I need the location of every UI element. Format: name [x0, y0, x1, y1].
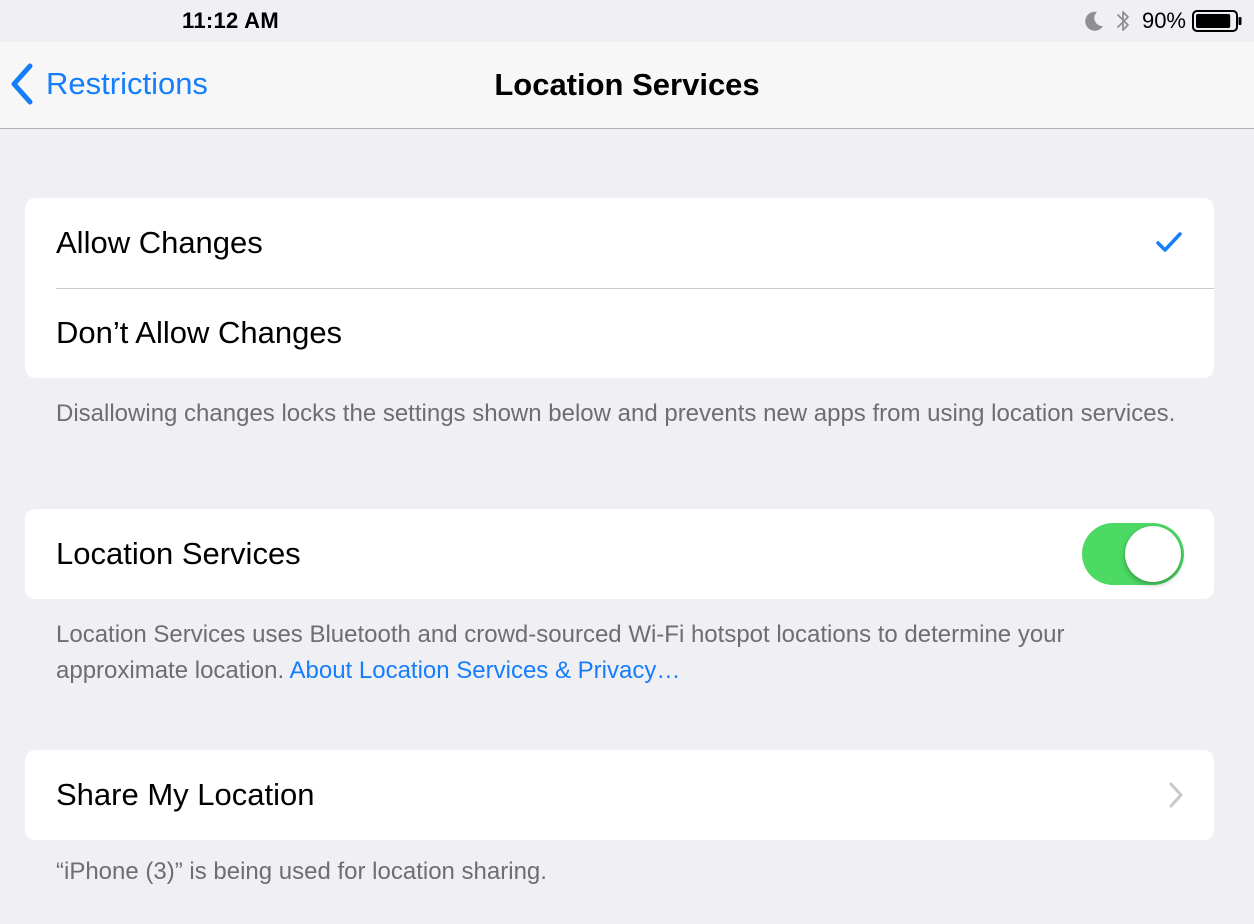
- moon-icon: [1085, 11, 1103, 31]
- checkmark-icon: [1156, 232, 1182, 252]
- page-title: Location Services: [494, 67, 760, 102]
- battery-percent: 90%: [1141, 8, 1186, 33]
- restriction-footer: Disallowing changes locks the settings s…: [56, 400, 1176, 427]
- bluetooth-icon: [1117, 11, 1129, 31]
- toggle-knob: [1125, 526, 1181, 582]
- share-location-footer: “iPhone (3)” is being used for location …: [56, 858, 547, 885]
- share-location-group: Share My Location: [25, 750, 1214, 840]
- chevron-right-icon: [1169, 782, 1183, 808]
- share-my-location-row[interactable]: Share My Location: [25, 750, 1214, 840]
- location-services-label: Location Services: [56, 536, 301, 571]
- option-label: Don’t Allow Changes: [56, 315, 343, 350]
- battery-icon: [1192, 10, 1242, 32]
- privacy-link[interactable]: About Location Services & Privacy…: [289, 657, 680, 684]
- restriction-options-group: Allow Changes Don’t Allow Changes: [25, 198, 1214, 378]
- option-allow-changes[interactable]: Allow Changes: [25, 198, 1214, 288]
- location-services-footer: Location Services uses Bluetooth and cro…: [56, 617, 1176, 689]
- navigation-bar: Restrictions Location Services: [0, 42, 1254, 129]
- share-my-location-label: Share My Location: [56, 777, 315, 812]
- location-services-toggle[interactable]: [1082, 523, 1184, 585]
- option-label: Allow Changes: [56, 225, 263, 260]
- status-time: 11:12 AM: [182, 8, 279, 33]
- location-services-group: Location Services: [25, 509, 1214, 599]
- option-dont-allow-changes[interactable]: Don’t Allow Changes: [25, 288, 1214, 378]
- location-services-row: Location Services: [25, 509, 1214, 599]
- status-indicators: 90%: [1083, 7, 1242, 35]
- status-bar: 11:12 AM 90%: [0, 0, 1254, 42]
